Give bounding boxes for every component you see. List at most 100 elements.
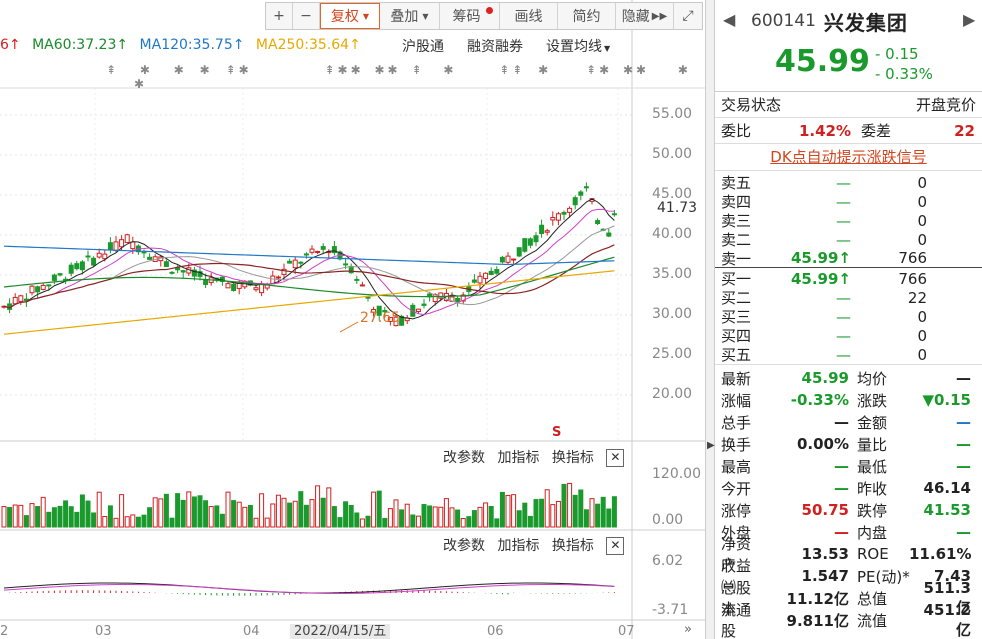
signal-mark[interactable]: ⇞✱✱ (325, 63, 364, 77)
bid-row[interactable]: 买四 —0 (715, 326, 982, 346)
volume-bar (488, 505, 494, 528)
shanghai-connect-button[interactable]: 沪股通 (402, 36, 444, 56)
macd-close-icon[interactable]: ✕ (606, 537, 625, 555)
signal-mark[interactable]: ✱ (538, 63, 551, 77)
chips-button[interactable]: 筹码 (440, 3, 500, 29)
volume-bar (46, 511, 52, 528)
hide-button[interactable]: 隐藏 ▶▶ (616, 3, 674, 29)
volume-bar (275, 494, 281, 528)
macd-axis-label: -3.71 (652, 602, 689, 618)
candle-body (102, 253, 108, 260)
candle-body (611, 213, 617, 216)
bid-row[interactable]: 买一 45.99↑ 766 (715, 269, 982, 289)
collapse-arrow-icon[interactable]: ▶ (707, 440, 715, 451)
ma-settings-button[interactable]: 设置均线 ▼ (546, 36, 610, 56)
volume-bar (415, 515, 421, 528)
candle-body (583, 186, 589, 189)
price-axis-label: 30.00 (652, 306, 693, 322)
trade-status-label: 交易状态 (721, 96, 782, 114)
volume-bar (315, 485, 321, 528)
kline-chart-area[interactable]: + − 复权 ▼ 叠加 ▼ 筹码 画线 简约 隐藏 ▶▶ ⤢ 6↑ MA60:37.2… (0, 0, 705, 639)
draw-line-button[interactable]: 画线 (500, 3, 558, 29)
ask-row[interactable]: 卖二 —0 (715, 230, 982, 250)
volume-bar (455, 509, 461, 528)
candle-body (309, 248, 315, 253)
bid-row[interactable]: 买三 —0 (715, 307, 982, 327)
margin-trading-button[interactable]: 融资融券 (467, 36, 523, 56)
volume-bar (163, 493, 169, 528)
volume-param-button[interactable]: 改参数 (443, 450, 485, 466)
bid-row[interactable]: 买二 —22 (715, 288, 982, 308)
bid-row[interactable]: 买五 —0 (715, 345, 982, 365)
ask-row[interactable]: 卖一 45.99↑ 766 (715, 249, 982, 268)
zoom-out-button[interactable]: − (293, 3, 320, 29)
adjust-rights-button[interactable]: 复权 ▼ (320, 3, 380, 29)
candle-body (292, 259, 298, 269)
quote-stats: 最新 45.99 均价 — 涨幅 -0.33% 涨跌 ▼0.15 总手 — 金额 — 换手 0.00… (715, 365, 982, 639)
overlay-button[interactable]: 叠加 ▼ (380, 3, 440, 29)
signal-mark[interactable]: ✱ (140, 63, 153, 77)
signal-mark[interactable]: ⇞ (106, 63, 119, 77)
candle-body (567, 207, 573, 213)
signal-mark[interactable]: ⇞ (411, 63, 424, 77)
sell-signal-badge[interactable]: S (552, 425, 561, 440)
candle-body (421, 303, 427, 306)
ask-row[interactable]: 卖五 —0 (715, 173, 982, 193)
stock-code: 600141 (751, 11, 816, 31)
volume-bar (365, 515, 371, 528)
volume-bar (522, 502, 528, 528)
signal-mark[interactable]: ✱✱ (375, 63, 401, 77)
signal-mark[interactable]: ⇞⇞ (499, 63, 525, 77)
prev-stock-icon[interactable]: ◀ (723, 10, 735, 29)
signal-mark[interactable]: ✱ (443, 63, 456, 77)
volume-close-icon[interactable]: ✕ (606, 449, 625, 467)
volume-bar (471, 510, 477, 528)
scroll-right-icon[interactable]: » (684, 622, 692, 637)
price-axis-label: 50.00 (652, 146, 693, 162)
price-axis-label: 35.00 (652, 266, 693, 282)
volume-bar (572, 494, 578, 528)
macd-param-button[interactable]: 改参数 (443, 538, 485, 554)
ask-row[interactable]: 卖三 —0 (715, 211, 982, 231)
volume-bar (343, 501, 349, 528)
candle-body (79, 261, 85, 271)
volume-bar (410, 514, 416, 528)
simple-mode-button[interactable]: 简约 (558, 3, 616, 29)
volume-add-indicator-button[interactable]: 加指标 (497, 450, 539, 466)
signal-mark[interactable]: ✱ (678, 63, 691, 77)
next-stock-icon[interactable]: ▶ (963, 10, 975, 29)
signal-mark[interactable]: ✱✱ (623, 63, 649, 77)
volume-bar (264, 517, 270, 528)
candle-body (359, 284, 365, 287)
signal-mark[interactable]: ⇞✱ (586, 63, 612, 77)
candle-body (477, 275, 483, 284)
volume-bar (326, 487, 332, 528)
volume-bar (303, 504, 309, 528)
volume-bar (270, 503, 276, 528)
candle-body (74, 263, 80, 270)
signal-mark[interactable]: ✱ (200, 63, 213, 77)
dk-signal-link[interactable]: DK点自动提示涨跌信号 (715, 144, 982, 171)
macd-axis-label: 6.02 (652, 553, 684, 569)
volume-bar (387, 508, 393, 528)
quote-row: 最高 — 最低 — (721, 457, 971, 476)
macd-switch-indicator-button[interactable]: 换指标 (552, 538, 594, 554)
volume-switch-indicator-button[interactable]: 换指标 (552, 450, 594, 466)
panel-splitter[interactable]: ▶ (705, 0, 715, 639)
zoom-in-button[interactable]: + (266, 3, 293, 29)
fullscreen-icon[interactable]: ⤢ (674, 3, 702, 29)
candle-body (522, 238, 528, 252)
macd-add-indicator-button[interactable]: 加指标 (497, 538, 539, 554)
price-axis-label: 40.00 (652, 226, 693, 242)
volume-bar (404, 503, 410, 528)
signal-mark[interactable]: ✱ (174, 63, 187, 77)
ask-row[interactable]: 卖四 —0 (715, 192, 982, 212)
volume-bar (466, 516, 472, 528)
quote-row: 今开 — 昨收 46.14 (721, 479, 971, 498)
volume-bar (421, 504, 427, 528)
volume-bar (141, 514, 147, 528)
signal-mark[interactable]: ⇞✱ (226, 63, 252, 77)
quote-row: 总手 — 金额 — (721, 413, 971, 432)
candle-body (85, 255, 91, 258)
signal-mark[interactable]: ✱ (134, 77, 147, 91)
